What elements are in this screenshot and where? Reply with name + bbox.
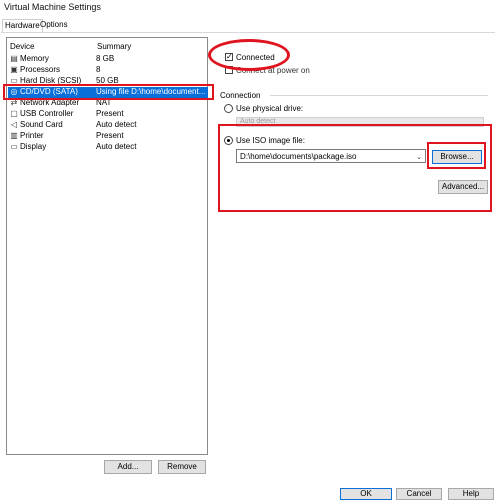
remove-device-button[interactable]: Remove bbox=[158, 460, 206, 474]
processor-icon: ▣ bbox=[10, 65, 18, 74]
cancel-button[interactable]: Cancel bbox=[396, 488, 442, 500]
device-summary: Auto detect bbox=[96, 142, 137, 151]
device-name: Sound Card bbox=[20, 120, 63, 129]
speaker-icon: ◁ bbox=[10, 120, 18, 129]
device-name: Processors bbox=[20, 65, 61, 74]
device-row-sound-card[interactable]: ◁ Sound Card Auto detect bbox=[8, 120, 208, 131]
device-row-memory[interactable]: ▤ Memory 8 GB bbox=[8, 54, 208, 65]
use-physical-drive-radio[interactable] bbox=[224, 104, 233, 113]
memory-icon: ▤ bbox=[10, 54, 18, 63]
device-column-header[interactable]: Device bbox=[10, 42, 34, 51]
network-adapter-icon: ⇄ bbox=[10, 98, 18, 107]
use-physical-drive-label: Use physical drive: bbox=[236, 104, 304, 113]
tab-strip: Hardware Options bbox=[1, 18, 495, 32]
printer-icon: ▥ bbox=[10, 131, 18, 140]
monitor-icon: ▭ bbox=[10, 142, 18, 151]
device-summary: 8 bbox=[96, 65, 101, 74]
device-name: USB Controller bbox=[20, 109, 74, 118]
connection-group-label: Connection bbox=[220, 91, 261, 100]
device-row-display[interactable]: ▭ Display Auto detect bbox=[8, 142, 208, 153]
device-row-usb-controller[interactable]: ▢ USB Controller Present bbox=[8, 109, 208, 120]
device-row-processors[interactable]: ▣ Processors 8 bbox=[8, 65, 208, 76]
connection-group-divider bbox=[270, 95, 488, 96]
tab-options[interactable]: Options bbox=[38, 19, 70, 30]
device-summary: Present bbox=[96, 131, 124, 140]
ok-button[interactable]: OK bbox=[340, 488, 392, 500]
help-button[interactable]: Help bbox=[448, 488, 494, 500]
annotation-rect-device-row bbox=[3, 84, 214, 100]
window-title: Virtual Machine Settings bbox=[4, 2, 101, 12]
annotation-rect-browse bbox=[427, 142, 486, 169]
annotation-oval bbox=[208, 39, 290, 71]
device-name: Display bbox=[20, 142, 47, 151]
tab-hardware[interactable]: Hardware bbox=[2, 19, 43, 32]
device-row-printer[interactable]: ▥ Printer Present bbox=[8, 131, 208, 142]
device-summary: 8 GB bbox=[96, 54, 115, 63]
tab-divider bbox=[1, 32, 495, 33]
summary-column-header[interactable]: Summary bbox=[97, 42, 131, 51]
usb-icon: ▢ bbox=[10, 109, 18, 118]
device-summary: Auto detect bbox=[96, 120, 137, 129]
device-name: Printer bbox=[20, 131, 44, 140]
add-device-button[interactable]: Add... bbox=[104, 460, 152, 474]
device-list-header: Device Summary bbox=[10, 42, 205, 54]
device-name: Memory bbox=[20, 54, 49, 63]
device-summary: Present bbox=[96, 109, 124, 118]
title-bar: Virtual Machine Settings bbox=[1, 1, 495, 14]
